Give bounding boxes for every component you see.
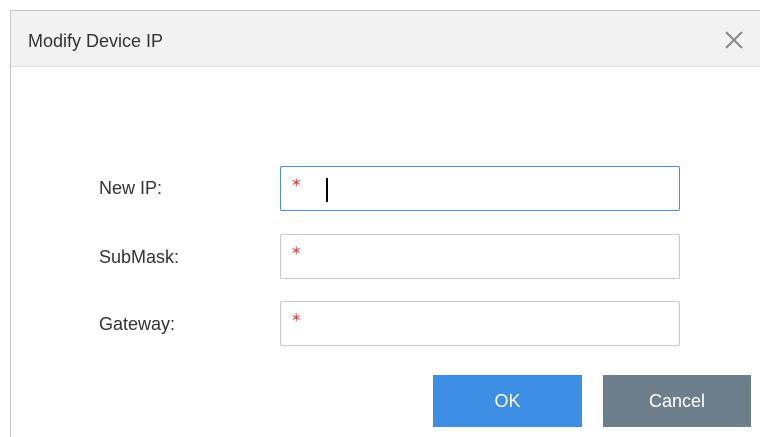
ok-button-label: OK <box>494 390 521 411</box>
cancel-button-label: Cancel <box>648 390 706 411</box>
ok-button[interactable]: OK <box>433 375 582 427</box>
text-caret <box>326 178 328 202</box>
modify-device-ip-dialog: Modify Device IP New IP: * SubMask: * Ga… <box>10 10 760 437</box>
new-ip-input[interactable]: * <box>280 166 680 211</box>
gateway-label: Gateway: <box>99 314 176 334</box>
cancel-button[interactable]: Cancel <box>603 375 751 427</box>
dialog-title: Modify Device IP <box>28 31 164 51</box>
required-mark: * <box>292 244 301 264</box>
submask-label: SubMask: <box>99 247 180 267</box>
new-ip-label: New IP: <box>99 178 163 198</box>
close-icon[interactable] <box>723 29 745 51</box>
submask-input[interactable]: * <box>280 234 680 279</box>
required-mark: * <box>292 311 301 331</box>
dialog-titlebar: Modify Device IP <box>11 11 760 67</box>
gateway-input[interactable]: * <box>280 301 680 346</box>
required-mark: * <box>292 176 301 196</box>
